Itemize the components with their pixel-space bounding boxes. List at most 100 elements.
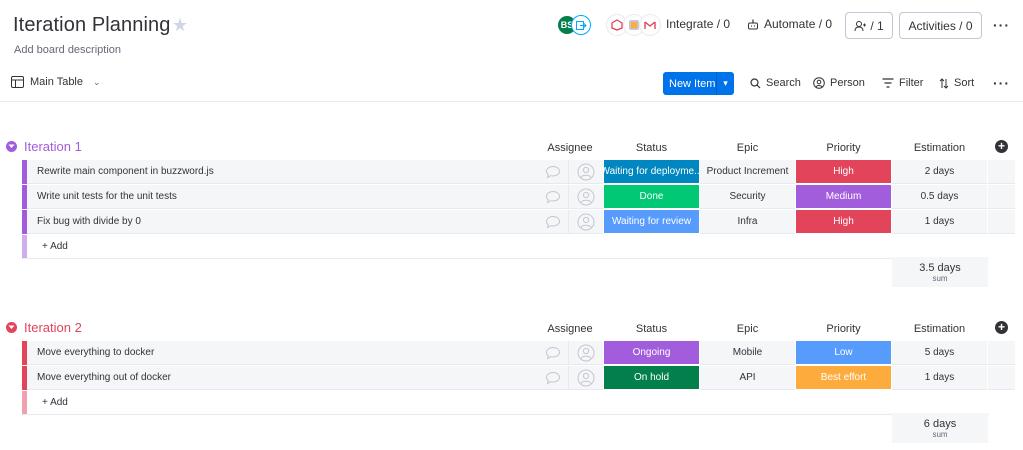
assignee-cell[interactable] — [569, 366, 603, 390]
column-header-estimation[interactable]: Estimation — [892, 323, 987, 335]
empty-cell — [988, 210, 1015, 234]
table-row[interactable]: Write unit tests for the unit tests Done… — [22, 185, 1022, 209]
priority-label[interactable]: High — [796, 160, 891, 183]
board-title[interactable]: Iteration Planning — [13, 14, 170, 37]
conversation-icon[interactable] — [537, 185, 569, 209]
column-header-epic[interactable]: Epic — [700, 142, 795, 154]
column-header-status[interactable]: Status — [604, 142, 699, 154]
sum-label: sum — [932, 429, 948, 439]
integrate-button[interactable]: Integrate / 0 — [666, 17, 730, 31]
add-item-input[interactable]: + Add — [27, 391, 68, 414]
new-item-button[interactable]: New Item ▾ — [663, 72, 734, 95]
person-circle-icon — [813, 77, 825, 89]
priority-label[interactable]: Best effort — [796, 366, 891, 389]
epic-cell[interactable]: Security — [700, 185, 795, 209]
group-title[interactable]: Iteration 2 — [24, 320, 82, 335]
item-name[interactable]: Rewrite main component in buzzword.js — [27, 160, 537, 184]
epic-cell[interactable]: Product Increment — [700, 160, 795, 184]
sum-value: 3.5 days — [919, 261, 961, 274]
estimation-cell[interactable]: 1 days — [892, 366, 987, 390]
group-collapse-icon[interactable] — [6, 322, 17, 333]
members-count: / 1 — [870, 18, 884, 33]
priority-label[interactable]: High — [796, 210, 891, 233]
status-label[interactable]: Waiting for deployme... — [604, 160, 699, 183]
gmail-icon[interactable] — [640, 15, 660, 35]
status-label[interactable]: On hold — [604, 366, 699, 389]
person-placeholder-icon — [577, 213, 595, 230]
table-row[interactable]: Rewrite main component in buzzword.js Wa… — [22, 160, 1022, 184]
chevron-down-icon[interactable]: ⌄ — [93, 77, 101, 88]
status-label[interactable]: Done — [604, 185, 699, 208]
add-column-button[interactable]: + — [995, 140, 1008, 153]
view-tab-main-table[interactable]: Main Table ⌄ — [11, 76, 101, 88]
column-header-assignee[interactable]: Assignee — [542, 142, 598, 154]
item-name[interactable]: Move everything to docker — [27, 341, 537, 365]
star-icon[interactable]: ★ — [172, 16, 188, 34]
chevron-down-icon[interactable]: ▾ — [717, 78, 734, 89]
empty-cell — [988, 160, 1015, 184]
sum-value: 6 days — [923, 417, 957, 430]
estimation-cell[interactable]: 5 days — [892, 341, 987, 365]
item-name[interactable]: Write unit tests for the unit tests — [27, 185, 537, 209]
integrate-label: Integrate / 0 — [666, 17, 731, 31]
epic-cell[interactable]: Mobile — [700, 341, 795, 365]
person-filter-button[interactable]: Person — [813, 77, 865, 89]
status-label[interactable]: Waiting for review — [604, 210, 699, 233]
table-row[interactable]: Fix bug with divide by 0 Waiting for rev… — [22, 210, 1022, 234]
person-label: Person — [830, 77, 865, 89]
conversation-icon[interactable] — [537, 366, 569, 390]
activities-button[interactable]: Activities / 0 — [899, 12, 982, 39]
estimation-cell[interactable]: 0.5 days — [892, 185, 987, 209]
search-button[interactable]: Search — [750, 77, 801, 89]
add-item-input[interactable]: + Add — [27, 235, 68, 258]
person-placeholder-icon — [577, 163, 595, 180]
epic-cell[interactable]: Infra — [700, 210, 795, 234]
add-item-row[interactable]: + Add — [22, 391, 989, 415]
more-options-icon[interactable]: ··· — [993, 75, 1010, 91]
add-column-button[interactable]: + — [995, 321, 1008, 334]
estimation-cell[interactable]: 2 days — [892, 160, 987, 184]
empty-cell — [988, 185, 1015, 209]
filter-icon — [882, 78, 894, 88]
assignee-cell[interactable] — [569, 341, 603, 365]
status-label[interactable]: Ongoing — [604, 341, 699, 364]
person-placeholder-icon — [577, 369, 595, 386]
conversation-icon[interactable] — [537, 210, 569, 234]
priority-label[interactable]: Medium — [796, 185, 891, 208]
table-row[interactable]: Move everything to docker Ongoing Mobile… — [22, 341, 1022, 365]
item-name[interactable]: Fix bug with divide by 0 — [27, 210, 537, 234]
group-color-bar — [22, 235, 27, 258]
sort-button[interactable]: Sort — [939, 77, 974, 89]
column-header-priority[interactable]: Priority — [796, 142, 891, 154]
table-icon — [11, 76, 24, 88]
group-color-bar — [22, 391, 27, 414]
group-collapse-icon[interactable] — [6, 141, 17, 152]
estimation-sum: 6 days sum — [892, 413, 988, 443]
assignee-cell[interactable] — [569, 160, 603, 184]
column-header-estimation[interactable]: Estimation — [892, 142, 987, 154]
table-row[interactable]: Move everything out of docker On hold AP… — [22, 366, 1022, 390]
board-description[interactable]: Add board description — [14, 44, 121, 56]
priority-label[interactable]: Low — [796, 341, 891, 364]
epic-cell[interactable]: API — [700, 366, 795, 390]
add-item-row[interactable]: + Add — [22, 235, 989, 259]
group-title[interactable]: Iteration 1 — [24, 139, 82, 154]
conversation-icon[interactable] — [537, 160, 569, 184]
sum-label: sum — [932, 273, 948, 283]
filter-button[interactable]: Filter — [882, 77, 923, 89]
assignee-cell[interactable] — [569, 185, 603, 209]
export-icon[interactable] — [571, 15, 591, 35]
column-header-assignee[interactable]: Assignee — [542, 323, 598, 335]
members-button[interactable]: / 1 — [845, 12, 893, 39]
column-header-status[interactable]: Status — [604, 323, 699, 335]
more-options-icon[interactable]: ··· — [993, 17, 1010, 33]
sort-icon — [939, 77, 949, 89]
column-header-epic[interactable]: Epic — [700, 323, 795, 335]
automate-button[interactable]: Automate / 0 — [747, 17, 832, 31]
item-name[interactable]: Move everything out of docker — [27, 366, 537, 390]
column-header-priority[interactable]: Priority — [796, 323, 891, 335]
conversation-icon[interactable] — [537, 341, 569, 365]
view-tab-label: Main Table — [30, 76, 83, 88]
estimation-cell[interactable]: 1 days — [892, 210, 987, 234]
assignee-cell[interactable] — [569, 210, 603, 234]
